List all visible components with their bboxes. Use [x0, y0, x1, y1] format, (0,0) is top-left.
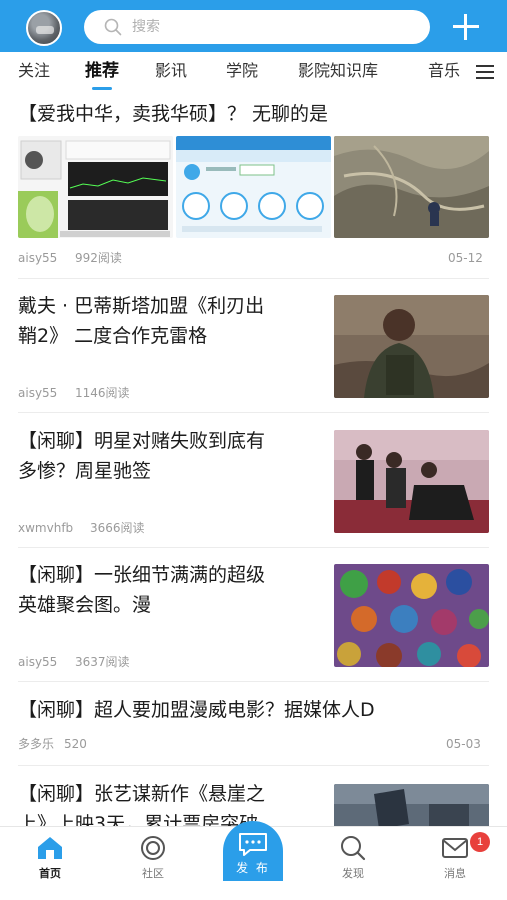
divider: [18, 412, 489, 413]
bottom-nav: 首页 社区 发 布 发现 消息 1: [0, 821, 507, 900]
home-icon: [38, 837, 62, 859]
nav-home-label: 首页: [39, 867, 61, 880]
article-image: [18, 136, 173, 238]
article-date: 05-12: [448, 251, 483, 265]
publish-label: 发 布: [236, 861, 270, 875]
article-read-count: 520: [64, 737, 87, 751]
divider: [18, 681, 489, 682]
nav-community[interactable]: 社区: [113, 827, 193, 887]
search-icon: [341, 836, 366, 861]
tab-news[interactable]: 影讯: [155, 60, 187, 82]
article-title-line: 【闲聊】明星对赌失败到底有: [18, 430, 266, 452]
article-author: aisy55: [18, 386, 58, 400]
article-image: [334, 136, 489, 238]
article-title-line: 多惨？周星驰签: [18, 460, 152, 482]
divider: [18, 547, 489, 548]
article-image: [334, 564, 489, 667]
nav-discover[interactable]: 发现: [313, 827, 393, 887]
category-tabs: 关注 推荐 影讯 学院 影院知识库 音乐: [0, 52, 507, 92]
article-read-count: 3666阅读: [90, 521, 145, 535]
divider: [18, 765, 489, 766]
message-badge: 1: [470, 832, 490, 852]
search-placeholder: 搜索: [132, 19, 160, 35]
article-title-line: 【闲聊】一张细节满满的超级: [18, 564, 266, 586]
article-read-count: 3637阅读: [75, 655, 130, 669]
article-image: [334, 784, 489, 826]
tab-music[interactable]: 音乐: [428, 60, 460, 82]
community-icon: [141, 836, 165, 860]
article-title-line: 鞘2》 二度合作克雷格: [18, 325, 208, 347]
menu-icon[interactable]: [476, 65, 494, 79]
article-date: 05-03: [446, 737, 481, 751]
nav-messages-label: 消息: [444, 867, 466, 880]
tab-follow[interactable]: 关注: [18, 60, 50, 82]
article-feed: 【爱我中华，卖我华硕】？ 无聊的是 aisy55 992阅读 05-12 戴夫 …: [0, 92, 507, 826]
article-author: 多多乐: [18, 737, 55, 751]
article-author: aisy55: [18, 251, 58, 265]
article-title: 【爱我中华，卖我华硕】？ 无聊的是: [18, 103, 329, 125]
article-title-line: 戴夫 · 巴蒂斯塔加盟《利刃出: [18, 295, 265, 317]
article-author: xwmvhfb: [18, 521, 74, 535]
active-tab-indicator: [92, 87, 112, 90]
avatar[interactable]: [26, 10, 62, 46]
top-bar: 搜索: [0, 0, 507, 52]
article-author: aisy55: [18, 655, 58, 669]
article-title-line: 【闲聊】张艺谋新作《悬崖之: [18, 783, 266, 805]
tab-academy[interactable]: 学院: [226, 60, 258, 82]
tab-music-clipped[interactable]: 音乐: [418, 52, 470, 92]
article-image: [176, 136, 331, 238]
tab-recommend[interactable]: 推荐: [85, 60, 119, 82]
tab-cinema-wiki[interactable]: 影院知识库: [298, 60, 378, 82]
article-title-line: 英雄聚会图。漫: [18, 594, 152, 616]
article-title-line: 上》上映3天，累计票房突破: [18, 813, 259, 826]
divider: [18, 278, 489, 279]
article-read-count: 992阅读: [75, 251, 122, 265]
article-title: 【闲聊】超人要加盟漫威电影？据媒体人D: [18, 699, 375, 721]
search-input[interactable]: 搜索: [84, 10, 430, 44]
article-image: [334, 295, 489, 398]
publish-button[interactable]: 发 布: [223, 821, 283, 881]
chat-icon: [239, 833, 267, 856]
nav-discover-label: 发现: [342, 867, 364, 880]
nav-home[interactable]: 首页: [10, 827, 90, 887]
article-read-count: 1146阅读: [75, 386, 130, 400]
add-icon[interactable]: [450, 11, 482, 43]
article-image: [334, 430, 489, 533]
nav-community-label: 社区: [142, 867, 164, 880]
search-icon: [104, 18, 122, 36]
mail-icon: [442, 838, 468, 858]
